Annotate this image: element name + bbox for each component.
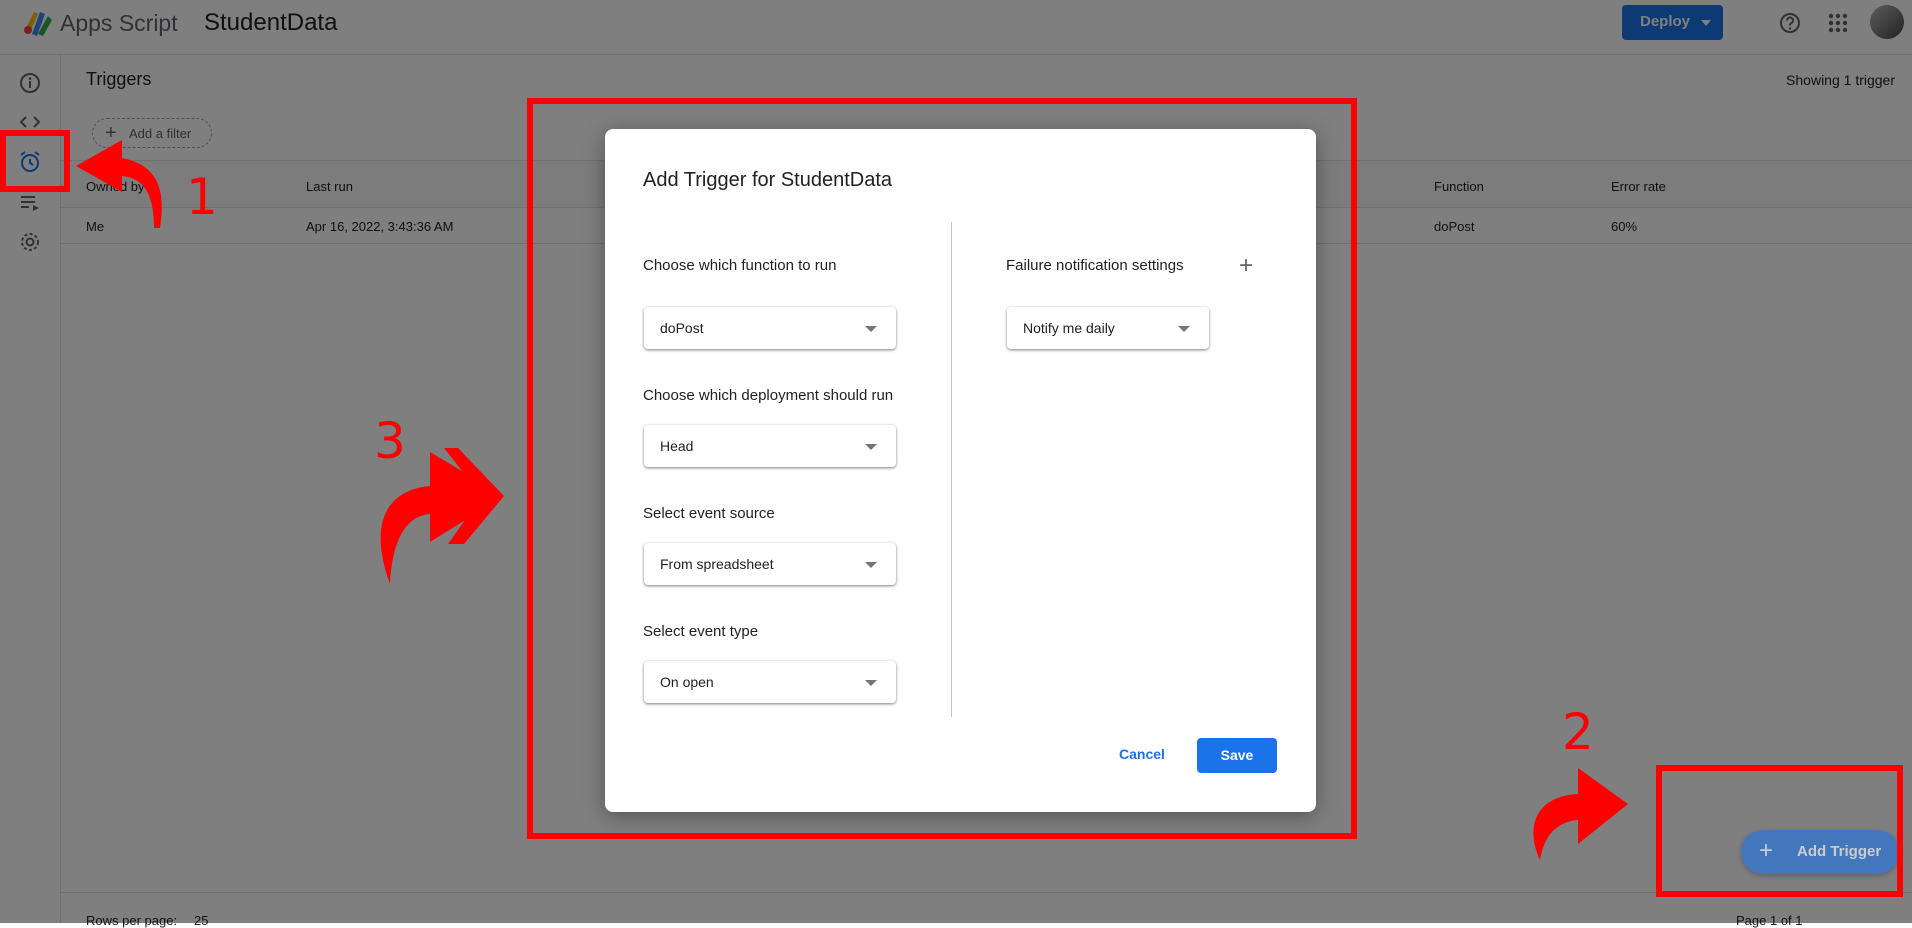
annotation-box-3 — [527, 98, 1357, 839]
annotation-box-2 — [1656, 765, 1903, 897]
annotation-step-1: 1 — [186, 168, 218, 226]
annotation-step-2: 2 — [1562, 703, 1594, 761]
annotation-arrow-2 — [1533, 768, 1628, 860]
annotation-arrow-1 — [76, 140, 162, 228]
annotation-arrow-3 — [380, 448, 504, 584]
annotation-box-1 — [0, 130, 70, 192]
